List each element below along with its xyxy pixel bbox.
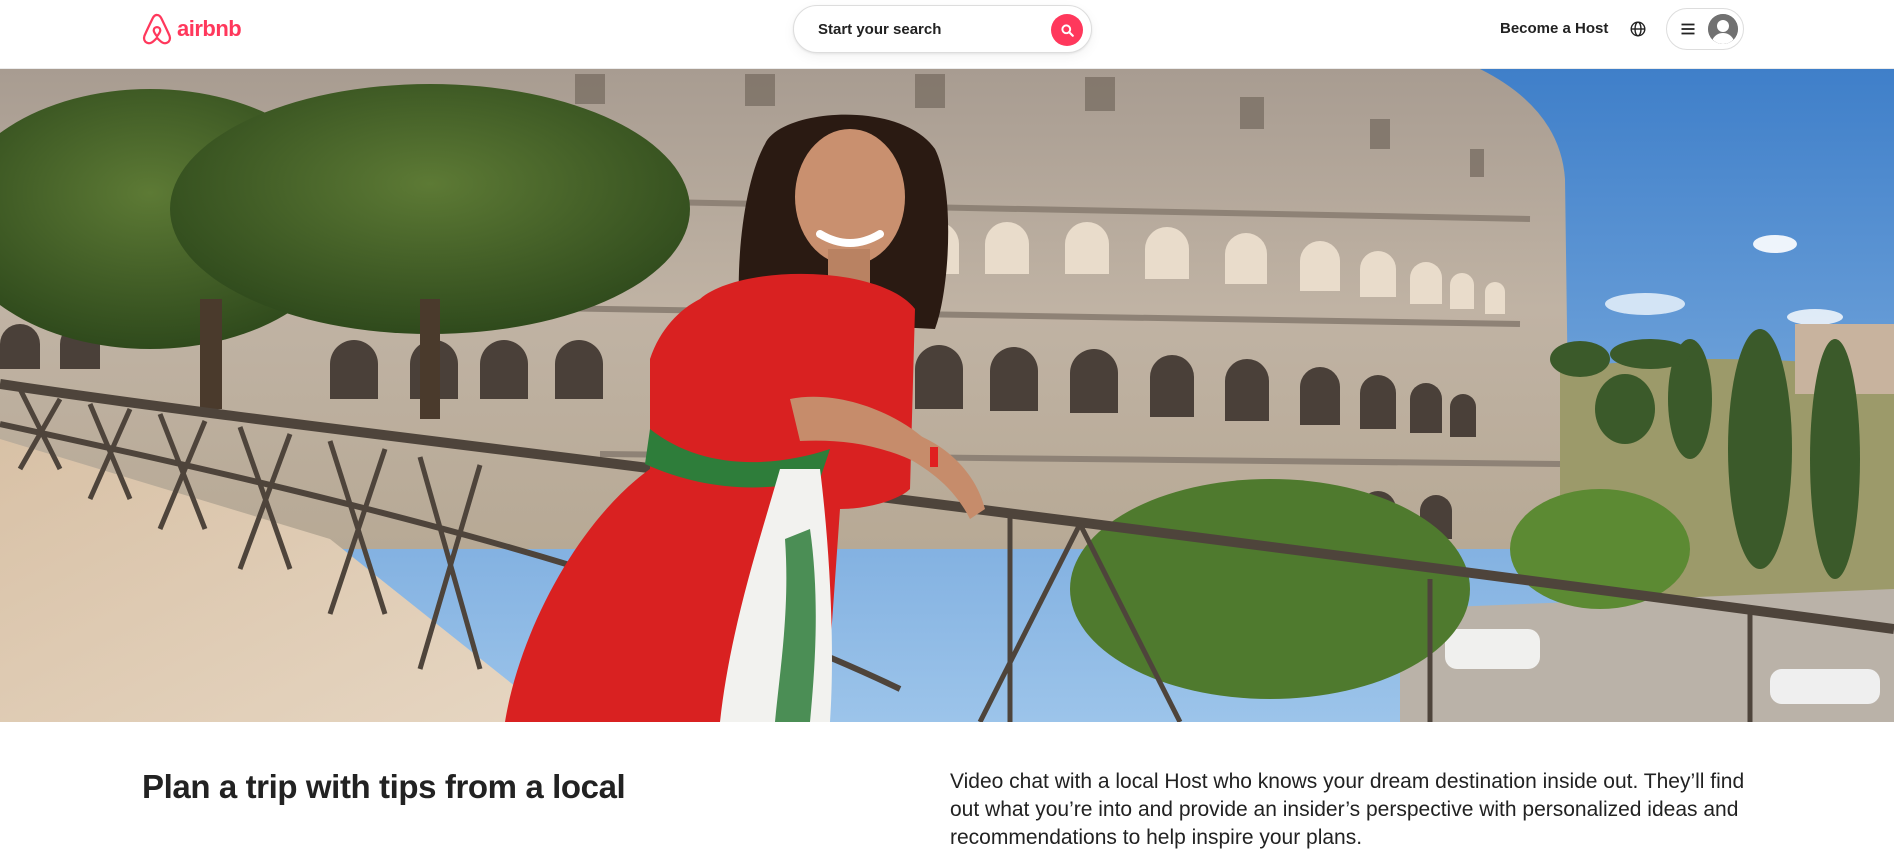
airbnb-logo-icon [142, 13, 172, 45]
search-bar-label: Start your search [818, 20, 942, 38]
section-description: Video chat with a local Host who knows y… [950, 770, 1745, 849]
airbnb-logo[interactable]: airbnb [142, 13, 242, 45]
become-a-host-link[interactable]: Become a Host [1496, 18, 1612, 40]
user-menu-button[interactable] [1666, 8, 1744, 50]
globe-icon [1630, 21, 1646, 37]
logo-wordmark: airbnb [177, 16, 242, 41]
language-selector-button[interactable] [1627, 18, 1649, 40]
hamburger-menu-icon [1680, 21, 1696, 37]
hero-photo-colosseum [0, 69, 1894, 722]
user-avatar-icon [1708, 14, 1738, 44]
top-navigation-bar: airbnb Start your search Become a Host [0, 0, 1894, 69]
search-button[interactable] [1051, 14, 1083, 46]
hero-image [0, 69, 1894, 722]
section-headline: Plan a trip with tips from a local [142, 768, 626, 805]
search-bar[interactable]: Start your search [793, 5, 1092, 53]
search-icon [1060, 23, 1074, 37]
